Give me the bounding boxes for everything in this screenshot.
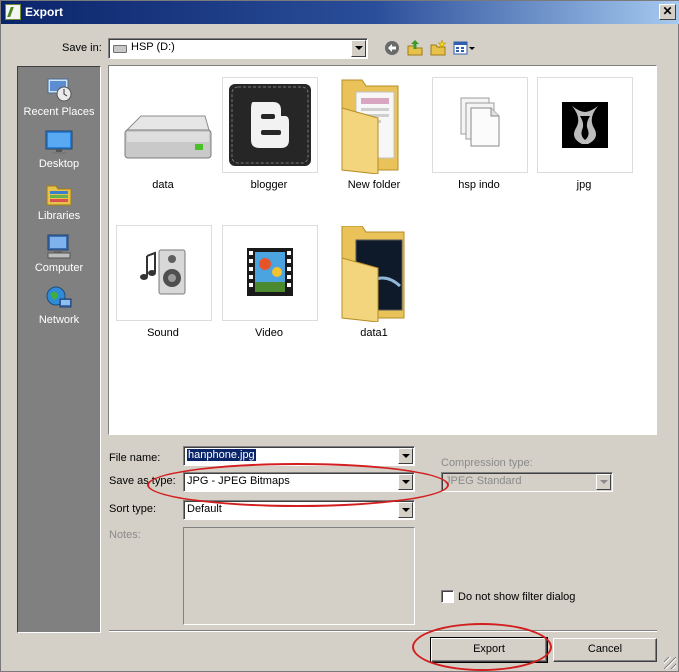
chevron-down-icon[interactable] xyxy=(351,40,366,57)
title-bar[interactable]: Export ✕ xyxy=(1,1,679,24)
save-as-type-value: JPG - JPEG Bitmaps xyxy=(187,475,290,487)
new-folder-icon xyxy=(430,39,447,56)
file-name: New folder xyxy=(347,179,401,191)
resize-grip-icon[interactable] xyxy=(664,657,676,669)
file-name-input[interactable]: hanphone.jpg xyxy=(183,446,415,466)
documents-icon xyxy=(432,77,528,173)
compression-type-dropdown: JPEG Standard xyxy=(441,472,613,492)
place-label: Recent Places xyxy=(23,106,95,118)
export-button[interactable]: Export xyxy=(430,637,548,663)
recent-places-icon xyxy=(47,78,72,102)
close-icon: ✕ xyxy=(662,4,673,18)
desktop-icon xyxy=(45,130,73,154)
place-network[interactable]: Network xyxy=(18,280,100,332)
sound-icon xyxy=(116,225,212,321)
notes-label: Notes: xyxy=(109,529,141,541)
divider xyxy=(109,630,657,632)
file-name: data xyxy=(152,179,174,191)
notes-area xyxy=(183,527,415,625)
place-label: Libraries xyxy=(37,210,81,222)
blogger-icon xyxy=(222,77,318,173)
file-name: Video xyxy=(255,327,283,339)
sort-type-dropdown[interactable]: Default xyxy=(183,500,415,520)
up-folder-icon xyxy=(407,40,423,56)
save-as-type-label: Save as type: xyxy=(109,475,176,487)
save-in-value: HSP (D:) xyxy=(131,41,175,53)
chevron-down-icon[interactable] xyxy=(398,448,413,464)
file-name: jpg xyxy=(576,179,592,191)
window-title: Export xyxy=(25,5,64,19)
folder-icon xyxy=(327,225,423,323)
file-list[interactable]: data blogger New folder hsp indo jpg Sou… xyxy=(108,65,657,435)
filter-dialog-checkbox-label: Do not show filter dialog xyxy=(458,591,576,603)
place-label: Desktop xyxy=(38,158,80,170)
view-menu-button[interactable] xyxy=(452,39,476,57)
chevron-down-icon[interactable] xyxy=(398,502,413,518)
network-icon xyxy=(46,286,72,308)
filter-dialog-checkbox[interactable] xyxy=(441,590,454,603)
view-menu-icon xyxy=(453,41,475,55)
file-item-hsp-indo[interactable]: hsp indo xyxy=(429,73,529,203)
file-item-jpg[interactable]: jpg xyxy=(534,73,634,203)
save-in-dropdown[interactable]: HSP (D:) xyxy=(108,38,368,59)
close-button[interactable]: ✕ xyxy=(659,4,676,20)
sort-type-label: Sort type: xyxy=(109,503,157,515)
file-item-new-folder[interactable]: New folder xyxy=(324,73,424,203)
compression-type-value: JPEG Standard xyxy=(445,475,522,487)
chevron-down-icon xyxy=(596,474,611,490)
cancel-button-label: Cancel xyxy=(587,643,623,655)
sort-type-value: Default xyxy=(187,503,222,515)
place-label: Network xyxy=(38,314,80,326)
place-libraries[interactable]: Libraries xyxy=(18,176,100,228)
cancel-button[interactable]: Cancel xyxy=(553,638,657,662)
up-folder-button[interactable] xyxy=(406,39,424,57)
libraries-icon xyxy=(46,185,72,206)
back-icon xyxy=(385,41,399,55)
file-item-blogger[interactable]: blogger xyxy=(219,73,319,203)
new-folder-button[interactable] xyxy=(429,39,447,57)
chevron-down-icon[interactable] xyxy=(398,474,413,490)
file-name: data1 xyxy=(360,327,388,339)
video-icon xyxy=(222,225,318,321)
image-thumbnail-icon xyxy=(537,77,633,173)
file-name-value: hanphone.jpg xyxy=(187,449,256,461)
file-item-data1[interactable]: data1 xyxy=(324,221,424,351)
place-computer[interactable]: Computer xyxy=(18,228,100,280)
file-name: hsp indo xyxy=(458,179,500,191)
file-item-data[interactable]: data xyxy=(113,73,213,203)
file-item-video[interactable]: Video xyxy=(219,221,319,351)
place-label: Computer xyxy=(34,262,84,274)
file-item-sound[interactable]: Sound xyxy=(113,221,213,351)
places-bar: Recent Places Desktop Libraries Computer… xyxy=(17,66,101,633)
compression-type-label: Compression type: xyxy=(441,457,533,469)
export-dialog: Export ✕ Save in: HSP (D:) Recent Places… xyxy=(0,0,679,672)
computer-icon xyxy=(47,234,71,259)
back-button[interactable] xyxy=(383,39,401,57)
place-desktop[interactable]: Desktop xyxy=(18,124,100,176)
export-button-label: Export xyxy=(473,643,505,655)
save-as-type-dropdown[interactable]: JPG - JPEG Bitmaps xyxy=(183,472,415,492)
place-recent-places[interactable]: Recent Places xyxy=(18,72,100,124)
file-name-label: File name: xyxy=(109,452,161,464)
app-icon xyxy=(5,4,21,20)
drive-icon xyxy=(116,77,212,173)
folder-icon xyxy=(327,77,423,175)
drive-small-icon xyxy=(113,45,127,53)
file-name: Sound xyxy=(147,327,179,339)
file-name: blogger xyxy=(250,179,288,191)
save-in-label: Save in: xyxy=(62,42,102,54)
